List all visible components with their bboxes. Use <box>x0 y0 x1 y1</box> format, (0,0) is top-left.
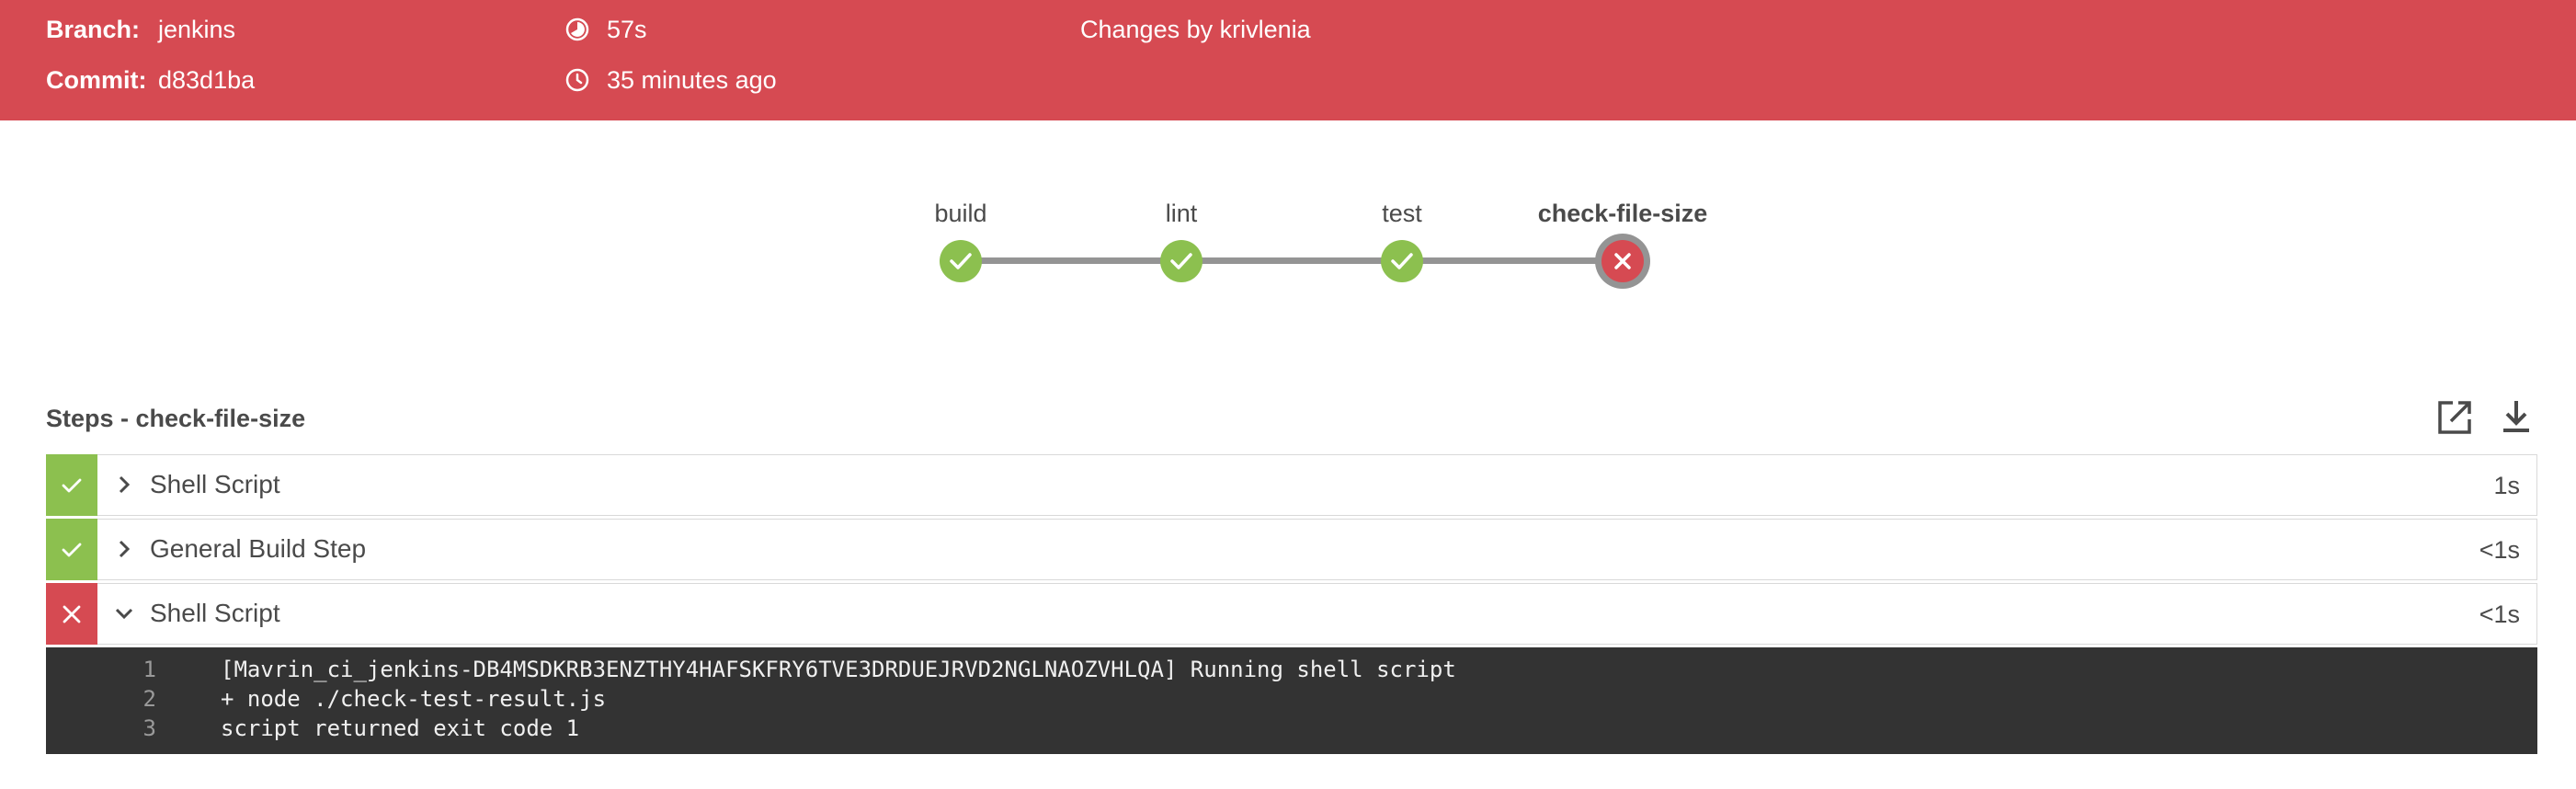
step-row[interactable]: Shell Script 1s <box>46 454 2537 516</box>
chevron-right-icon[interactable] <box>113 538 135 560</box>
stage-node-test[interactable] <box>1380 239 1424 288</box>
step-label: Shell Script <box>150 470 280 498</box>
step-label: Shell Script <box>150 599 280 627</box>
stage-label-build[interactable]: build <box>934 200 986 228</box>
connector-build-lint <box>961 257 1181 264</box>
check-icon <box>62 543 82 556</box>
step-duration: 1s <box>2493 472 2520 499</box>
commit-value[interactable]: d83d1ba <box>158 65 255 95</box>
pipeline-graph: build lint test check-file-size <box>0 184 2576 313</box>
log-line-text: script returned exit code 1 <box>221 715 580 741</box>
check-icon <box>1160 240 1203 282</box>
download-icon[interactable] <box>2496 397 2536 438</box>
duration-text: 57s <box>607 16 647 43</box>
log-line-text: [Mavrin_ci_jenkins-DB4MSDKRB3ENZTHY4HAFS… <box>221 657 1456 682</box>
clock-icon <box>564 67 590 93</box>
step-status-success <box>46 454 97 516</box>
stage-label-lint[interactable]: lint <box>1166 200 1198 228</box>
chevron-right-icon[interactable] <box>113 474 135 496</box>
step-status-failure <box>46 583 97 645</box>
close-icon <box>63 605 81 623</box>
chevron-down-icon[interactable] <box>113 602 135 624</box>
changes-link[interactable]: Changes by krivlenia <box>1080 15 1311 44</box>
log-line-text: + node ./check-test-result.js <box>221 686 607 712</box>
step-duration: <1s <box>2479 600 2520 628</box>
duration-icon <box>564 17 590 42</box>
stage-node-lint[interactable] <box>1159 239 1203 288</box>
step-label: General Build Step <box>150 534 367 563</box>
step-duration: <1s <box>2479 536 2520 564</box>
connector-lint-test <box>1181 257 1402 264</box>
commit-label: Commit: <box>46 66 147 94</box>
error-icon <box>1595 234 1650 289</box>
log-line-number: 2 <box>142 686 156 712</box>
stage-label-check-file-size[interactable]: check-file-size <box>1538 200 1708 228</box>
stage-node-build[interactable] <box>939 239 983 288</box>
step-row[interactable]: Shell Script <1s <box>46 583 2537 645</box>
run-header: Branch: jenkins Commit: d83d1ba 57s 35 m… <box>0 0 2576 120</box>
open-external-icon[interactable] <box>2434 397 2475 438</box>
branch-label: Branch: <box>46 16 141 43</box>
stage-label-test[interactable]: test <box>1382 200 1422 228</box>
step-row[interactable]: General Build Step <1s <box>46 519 2537 580</box>
check-icon <box>1381 240 1423 282</box>
branch-value[interactable]: jenkins <box>158 15 235 44</box>
log-line-number: 3 <box>142 715 156 741</box>
stage-node-check-file-size[interactable] <box>1594 233 1651 294</box>
log-line-number: 1 <box>142 657 156 682</box>
check-icon <box>940 240 982 282</box>
connector-test-check <box>1402 257 1623 264</box>
step-log: 1 [Mavrin_ci_jenkins-DB4MSDKRB3ENZTHY4HA… <box>46 647 2537 754</box>
step-status-success <box>46 519 97 580</box>
time-ago-text: 35 minutes ago <box>607 66 777 94</box>
check-icon <box>62 478 82 492</box>
steps-title: Steps - check-file-size <box>46 405 306 432</box>
